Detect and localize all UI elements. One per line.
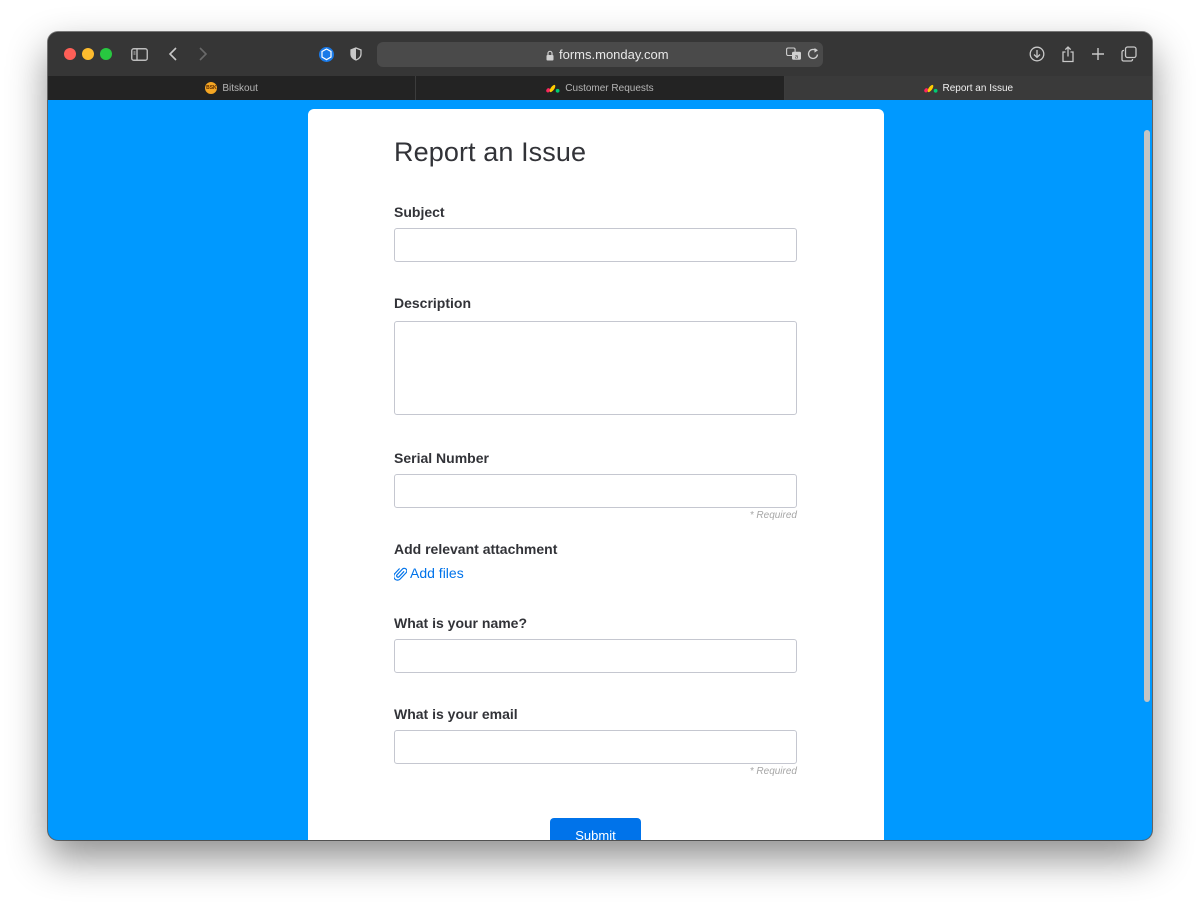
extension-blocker-icon[interactable] <box>317 44 335 64</box>
browser-window: forms.monday.com a BSK Bitskout Customer… <box>48 32 1152 840</box>
monday-logo-icon <box>923 84 938 93</box>
tab-customer-requests[interactable]: Customer Requests <box>416 76 785 100</box>
monday-logo-icon <box>546 84 560 93</box>
downloads-icon[interactable] <box>1028 44 1046 64</box>
reload-icon[interactable] <box>807 47 820 66</box>
zoom-window-button[interactable] <box>100 48 112 60</box>
submit-button[interactable]: Submit <box>550 818 641 840</box>
form-title: Report an Issue <box>394 137 587 167</box>
paperclip-icon <box>394 567 407 581</box>
bitskout-logo-icon: BSK <box>205 82 218 94</box>
name-label: What is your name? <box>394 615 528 631</box>
close-window-button[interactable] <box>64 48 76 60</box>
translate-icon[interactable]: a <box>786 47 802 66</box>
tab-label: Bitskout <box>222 82 258 94</box>
attachment-label: Add relevant attachment <box>394 541 558 557</box>
description-label: Description <box>394 295 472 311</box>
new-tab-icon[interactable] <box>1090 44 1106 64</box>
serial-number-required-note: * Required <box>749 510 797 521</box>
svg-text:a: a <box>795 53 799 60</box>
sidebar-toggle-icon[interactable] <box>130 44 148 64</box>
tab-bar: BSK Bitskout Customer Requests Report an… <box>48 76 1152 100</box>
email-label: What is your email <box>394 706 518 722</box>
email-input[interactable] <box>394 730 797 764</box>
name-input[interactable] <box>394 639 797 673</box>
tab-report-an-issue[interactable]: Report an Issue <box>784 76 1152 100</box>
tab-overview-icon[interactable] <box>1120 44 1138 64</box>
subject-label: Subject <box>394 204 445 220</box>
url-text: forms.monday.com <box>559 47 669 62</box>
privacy-shield-icon[interactable] <box>349 44 363 64</box>
share-icon[interactable] <box>1060 44 1076 64</box>
form-card: Report an Issue Subject Description Seri… <box>308 109 884 840</box>
description-textarea[interactable] <box>394 321 797 415</box>
serial-number-label: Serial Number <box>394 450 489 466</box>
add-files-link[interactable]: Add files <box>394 565 464 581</box>
tab-bitskout[interactable]: BSK Bitskout <box>48 76 417 100</box>
lock-icon <box>546 48 554 66</box>
serial-number-input[interactable] <box>394 474 797 508</box>
add-files-label: Add files <box>410 565 464 581</box>
page-scrollbar[interactable] <box>1144 130 1150 702</box>
back-icon[interactable] <box>166 44 180 64</box>
email-required-note: * Required <box>749 766 797 777</box>
subject-input[interactable] <box>394 228 797 262</box>
browser-toolbar: forms.monday.com a <box>48 32 1152 76</box>
address-bar[interactable]: forms.monday.com a <box>377 42 823 67</box>
forward-icon[interactable] <box>196 44 210 64</box>
page-viewport: Report an Issue Subject Description Seri… <box>48 100 1152 840</box>
tab-label: Report an Issue <box>942 82 1014 94</box>
tab-label: Customer Requests <box>565 82 654 94</box>
minimize-window-button[interactable] <box>82 48 94 60</box>
